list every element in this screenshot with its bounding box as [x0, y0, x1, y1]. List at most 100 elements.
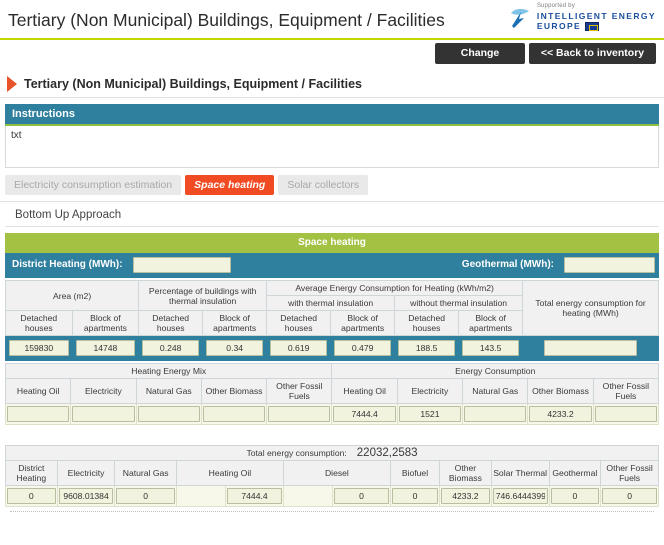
mix-other-biomass-input[interactable]	[202, 406, 266, 422]
totals-table: Total energy consumption: 22032,2583 Dist…	[5, 445, 659, 507]
cell-cons-other-biomass	[527, 403, 594, 425]
pct-detached-input[interactable]	[142, 340, 200, 356]
header-total-energy-heating: Total energy consumption for heating (MW…	[522, 280, 659, 336]
geothermal-label: Geothermal (MWh):	[429, 252, 562, 278]
mix-heating-oil-input[interactable]	[7, 406, 70, 422]
cell-total-heating-oil-spacer	[175, 485, 227, 507]
totals-table-wrap: Total energy consumption: 22032,2583 Dist…	[0, 425, 664, 512]
cell-total-heating-oil	[225, 485, 284, 507]
cell-total-diesel-spacer	[282, 485, 334, 507]
table-row: Total energy consumption: 22032,2583	[5, 445, 659, 461]
page-header: Tertiary (Non Municipal) Buildings, Equi…	[0, 0, 664, 40]
back-to-inventory-button[interactable]: << Back to inventory table	[529, 43, 656, 80]
logo-line-1: INTELLIGENT ENERGY	[537, 11, 656, 21]
instructions-heading: Instructions	[5, 104, 659, 126]
space-heating-table-wrap: Space heating District Heating (MWh): Ge…	[0, 227, 664, 425]
cell-total-solar-thermal	[490, 485, 550, 507]
cell-total-other-biomass	[439, 485, 492, 507]
logo-line-2-text: EUROPE	[536, 21, 582, 31]
consumption-other-biomass-input[interactable]	[529, 406, 592, 422]
cell-cons-heating-oil	[331, 403, 398, 425]
space-heating-band-title: Space heating	[5, 233, 659, 253]
consumption-natural-gas-input[interactable]	[464, 406, 527, 422]
cell-area-block	[71, 335, 140, 361]
with-insulation-detached-input[interactable]	[270, 340, 328, 356]
total-geothermal-input[interactable]	[550, 488, 600, 504]
consumption-electricity-input[interactable]	[398, 406, 462, 422]
cell-cons-electricity	[396, 403, 464, 425]
table-row	[4, 403, 660, 425]
header-average-energy: Average Energy Consumption for Heating (…	[266, 280, 524, 296]
cell-mix-natural-gas	[135, 403, 202, 425]
main-parameters-table: Area (m2) Percentage of buildings with t…	[4, 280, 659, 361]
header-energy-consumption: Energy Consumption	[331, 363, 659, 379]
total-natural-gas-input[interactable]	[116, 488, 175, 504]
totals-col-biofuel: Biofuel	[389, 460, 441, 486]
subheader-area-detached: Detached houses	[5, 310, 73, 336]
header-without-insulation: without thermal insulation	[394, 295, 524, 311]
area-detached-input[interactable]	[9, 340, 69, 356]
total-energy-heating-input[interactable]	[544, 340, 637, 356]
cell-total-geothermal	[548, 485, 602, 507]
total-heating-oil-input[interactable]	[227, 488, 282, 504]
cell-mix-heating-oil	[4, 403, 72, 425]
total-other-fossil-fuels-input[interactable]	[602, 488, 657, 504]
change-method-button[interactable]: Change Method	[435, 43, 525, 80]
totals-col-natural-gas: Natural Gas	[114, 460, 177, 486]
cell-total-diesel	[332, 485, 391, 507]
without-insulation-block-input[interactable]	[462, 340, 520, 356]
total-diesel-input[interactable]	[334, 488, 389, 504]
mix-col-heating-oil: Heating Oil	[4, 378, 72, 404]
total-biofuel-input[interactable]	[391, 488, 439, 504]
cell-without-block	[458, 335, 524, 361]
cell-pct-block	[202, 335, 268, 361]
totals-col-electricity: Electricity	[56, 460, 116, 486]
geothermal-cell	[560, 252, 659, 278]
geothermal-input[interactable]	[564, 257, 655, 273]
tab-electricity-consumption-estimation[interactable]: Electricity consumption estimation	[5, 175, 182, 195]
tab-space-heating[interactable]: Space heating	[185, 175, 275, 195]
mix-col-electricity: Electricity	[70, 378, 137, 404]
totals-col-district-heating: District Heating	[5, 460, 58, 486]
cell-total-district-heating	[5, 485, 58, 507]
total-other-biomass-input[interactable]	[441, 488, 490, 504]
pct-block-input[interactable]	[206, 340, 264, 356]
breadcrumb: Tertiary (Non Municipal) Buildings, Equi…	[0, 70, 664, 98]
cell-total-biofuel	[389, 485, 441, 507]
mix-col-natural-gas: Natural Gas	[135, 378, 202, 404]
with-insulation-block-input[interactable]	[334, 340, 392, 356]
subheader-without-detached: Detached houses	[394, 310, 460, 336]
cell-mix-electricity	[70, 403, 137, 425]
consumption-other-fossil-fuels-input[interactable]	[594, 406, 657, 422]
cell-with-block	[330, 335, 396, 361]
totals-col-other-biomass: Other Biomass	[439, 460, 492, 486]
tab-solar-collectors[interactable]: Solar collectors	[278, 175, 369, 195]
cell-pct-detached	[138, 335, 204, 361]
table-row: Area (m2) Percentage of buildings with t…	[4, 280, 659, 336]
table-row: District Heating Electricity Natural Gas…	[5, 460, 659, 486]
consumption-heating-oil-input[interactable]	[333, 406, 396, 422]
instructions-body: txt	[5, 126, 659, 168]
totals-col-other-fossil-fuels: Other Fossil Fuels	[600, 460, 659, 486]
instructions-panel: Instructions txt	[0, 98, 664, 168]
without-insulation-detached-input[interactable]	[398, 340, 456, 356]
totals-col-solar-thermal: Solar Thermal	[490, 460, 550, 486]
subheader-area-block: Block of apartments	[71, 310, 140, 336]
total-district-heating-input[interactable]	[7, 488, 56, 504]
cell-total-natural-gas	[114, 485, 177, 507]
area-block-input[interactable]	[75, 340, 136, 356]
cell-mix-other-fossil-fuels	[266, 403, 333, 425]
mix-electricity-input[interactable]	[72, 406, 135, 422]
totals-col-diesel: Diesel	[282, 460, 391, 486]
total-electricity-input[interactable]	[58, 488, 114, 504]
cell-cons-natural-gas	[462, 403, 529, 425]
logo-icon	[510, 8, 529, 28]
table-row	[5, 485, 659, 507]
district-heating-input[interactable]	[133, 257, 231, 273]
cons-col-electricity: Electricity	[396, 378, 464, 404]
subheader-with-block: Block of apartments	[330, 310, 396, 336]
mix-other-fossil-fuels-input[interactable]	[268, 406, 331, 422]
mix-natural-gas-input[interactable]	[137, 406, 200, 422]
mix-col-other-fossil-fuels: Other Fossil Fuels	[266, 378, 333, 404]
total-solar-thermal-input[interactable]	[492, 488, 548, 504]
